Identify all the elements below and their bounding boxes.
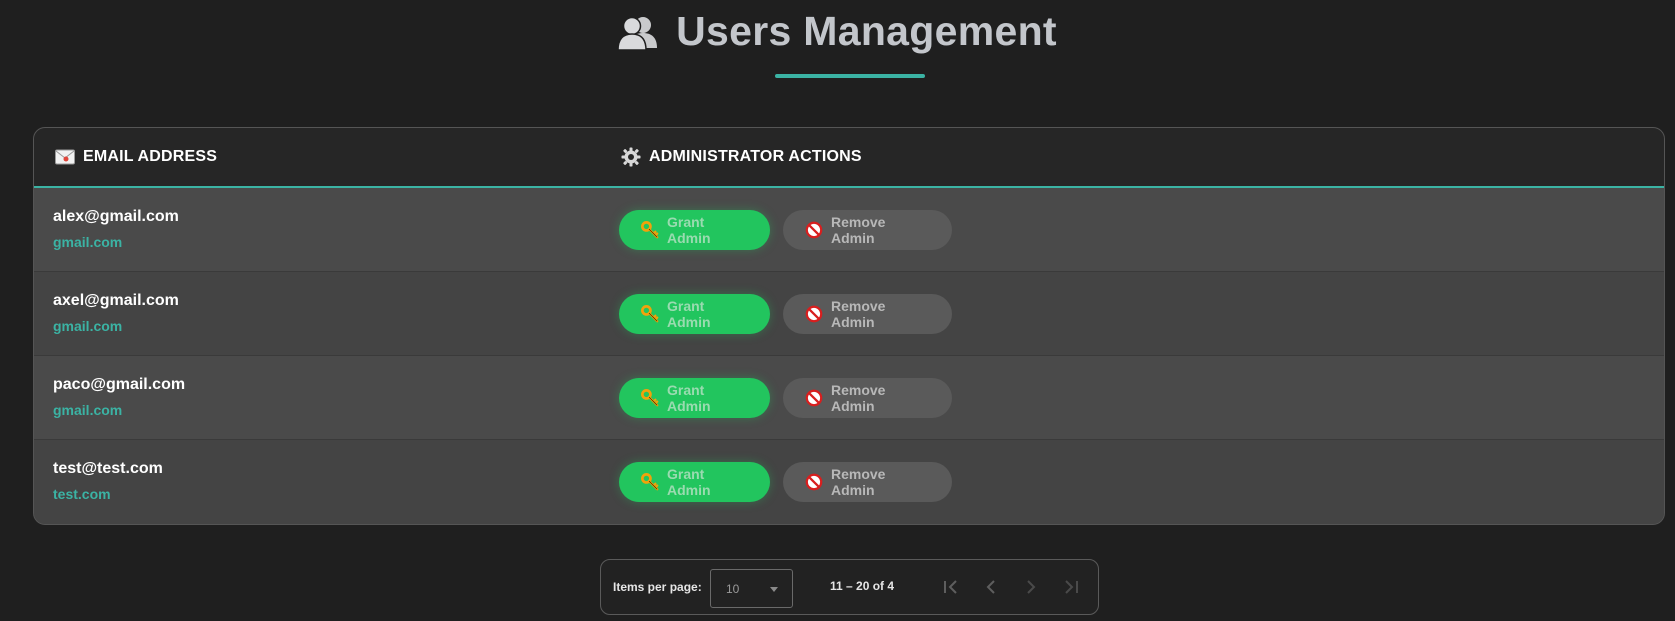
user-domain: test.com <box>53 486 111 502</box>
table-row: test@test.com test.com Grant Admin Remov… <box>34 440 1664 524</box>
remove-admin-label: Remove Admin <box>831 214 886 246</box>
page-title: Users Management <box>618 8 1057 55</box>
last-page-icon[interactable] <box>1059 575 1083 599</box>
user-domain: gmail.com <box>53 402 123 418</box>
page-title-text: Users Management <box>676 8 1057 54</box>
table-row: alex@gmail.com gmail.com Grant Admin Rem… <box>34 188 1664 272</box>
remove-admin-label: Remove Admin <box>831 466 886 498</box>
grant-admin-label: Grant Admin <box>667 214 711 246</box>
user-email: alex@gmail.com <box>53 208 179 225</box>
remove-admin-label: Remove Admin <box>831 382 886 414</box>
remove-admin-button[interactable]: Remove Admin <box>783 210 952 250</box>
key-icon <box>641 389 659 407</box>
grant-admin-button[interactable]: Grant Admin <box>619 462 770 502</box>
admin-actions: Grant Admin Remove Admin <box>619 378 952 418</box>
no-entry-icon <box>805 473 823 491</box>
table-header: EMAIL ADDRESS ADMINISTRATOR ACTIONS <box>34 128 1664 188</box>
user-email: paco@gmail.com <box>53 376 186 393</box>
items-per-page-value: 10 <box>726 582 740 596</box>
table-row: paco@gmail.com gmail.com Grant Admin Rem… <box>34 356 1664 440</box>
user-email: test@test.com <box>53 460 163 477</box>
remove-admin-button[interactable]: Remove Admin <box>783 378 952 418</box>
paginator: Items per page: 10 11 – 20 of 4 <box>600 559 1099 615</box>
email-cell: alex@gmail.com gmail.com <box>53 208 179 250</box>
users-table: EMAIL ADDRESS ADMINISTRATOR ACTIONS alex… <box>33 127 1665 525</box>
remove-admin-button[interactable]: Remove Admin <box>783 294 952 334</box>
admin-actions: Grant Admin Remove Admin <box>619 210 952 250</box>
grant-admin-button[interactable]: Grant Admin <box>619 210 770 250</box>
email-cell: test@test.com test.com <box>53 460 163 502</box>
user-email: axel@gmail.com <box>53 292 179 309</box>
user-domain: gmail.com <box>53 234 123 250</box>
remove-admin-label: Remove Admin <box>831 298 886 330</box>
key-icon <box>641 305 659 323</box>
email-cell: axel@gmail.com gmail.com <box>53 292 179 334</box>
admin-actions: Grant Admin Remove Admin <box>619 462 952 502</box>
items-per-page-select[interactable]: 10 <box>710 569 793 608</box>
column-header-actions-label: ADMINISTRATOR ACTIONS <box>649 148 862 165</box>
table-row: axel@gmail.com gmail.com Grant Admin Rem… <box>34 272 1664 356</box>
first-page-icon[interactable] <box>939 575 963 599</box>
key-icon <box>641 473 659 491</box>
items-per-page-label: Items per page: <box>613 580 702 594</box>
column-header-email: EMAIL ADDRESS <box>55 128 217 186</box>
no-entry-icon <box>805 221 823 239</box>
grant-admin-label: Grant Admin <box>667 466 711 498</box>
page-header: Users Management <box>0 8 1675 57</box>
previous-page-icon[interactable] <box>979 575 1003 599</box>
next-page-icon[interactable] <box>1019 575 1043 599</box>
table-body: alex@gmail.com gmail.com Grant Admin Rem… <box>34 188 1664 524</box>
no-entry-icon <box>805 305 823 323</box>
page-range-label: 11 – 20 of 4 <box>830 579 895 593</box>
users-icon <box>618 16 658 51</box>
key-icon <box>641 221 659 239</box>
grant-admin-label: Grant Admin <box>667 382 711 414</box>
gear-icon <box>621 147 641 167</box>
user-domain: gmail.com <box>53 318 123 334</box>
chevron-down-icon <box>770 587 778 592</box>
users-management-page: Users Management EMAIL ADDRESS ADMINISTR… <box>0 0 1675 621</box>
admin-actions: Grant Admin Remove Admin <box>619 294 952 334</box>
title-underline <box>775 74 925 78</box>
column-header-email-label: EMAIL ADDRESS <box>83 148 218 165</box>
grant-admin-label: Grant Admin <box>667 298 711 330</box>
no-entry-icon <box>805 389 823 407</box>
remove-admin-button[interactable]: Remove Admin <box>783 462 952 502</box>
column-header-actions: ADMINISTRATOR ACTIONS <box>621 128 862 186</box>
email-cell: paco@gmail.com gmail.com <box>53 376 185 418</box>
grant-admin-button[interactable]: Grant Admin <box>619 294 770 334</box>
grant-admin-button[interactable]: Grant Admin <box>619 378 770 418</box>
envelope-icon <box>55 149 75 165</box>
